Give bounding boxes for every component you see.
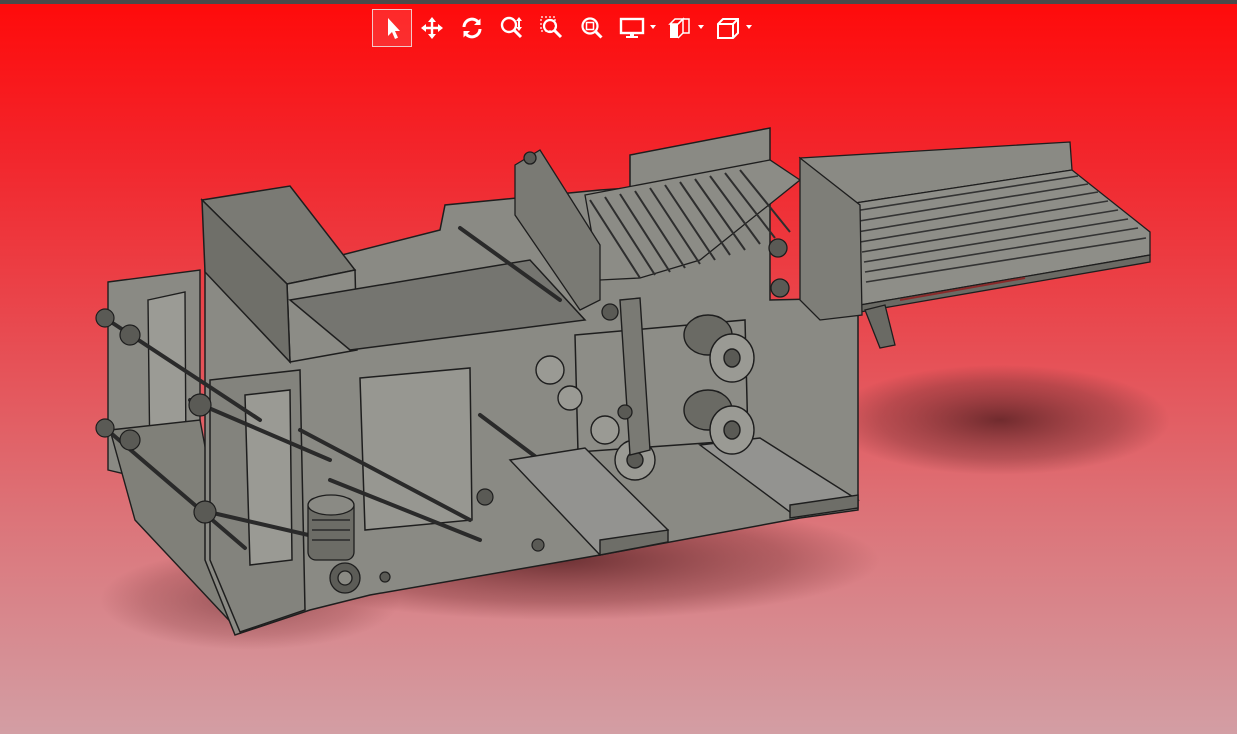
zoom-fit-icon xyxy=(581,17,603,39)
select-tool-button[interactable] xyxy=(372,9,412,47)
zoom-in-out-icon xyxy=(500,16,523,39)
cube-view-icon xyxy=(717,18,739,39)
zoom-fit-tool-button[interactable] xyxy=(572,9,612,47)
standard-views-menu-button[interactable] xyxy=(708,9,756,47)
window-top-border xyxy=(0,0,1237,4)
rotate-icon xyxy=(462,17,482,39)
section-view-icon xyxy=(668,17,690,39)
machine-model xyxy=(95,127,1170,650)
cursor-arrow-icon xyxy=(388,18,400,39)
chevron-down-icon xyxy=(746,25,752,29)
zoom-window-icon xyxy=(540,16,563,39)
monitor-icon xyxy=(619,17,645,38)
display-mode-menu-button[interactable] xyxy=(612,9,660,47)
chevron-down-icon xyxy=(698,25,704,29)
move-arrows-icon xyxy=(421,17,443,39)
pan-tool-button[interactable] xyxy=(412,9,452,47)
view-toolbar xyxy=(372,9,756,47)
3d-viewport[interactable] xyxy=(0,48,1237,734)
rotate-tool-button[interactable] xyxy=(452,9,492,47)
zoom-tool-button[interactable] xyxy=(492,9,532,47)
section-view-menu-button[interactable] xyxy=(660,9,708,47)
zoom-window-tool-button[interactable] xyxy=(532,9,572,47)
chevron-down-icon xyxy=(650,25,656,29)
